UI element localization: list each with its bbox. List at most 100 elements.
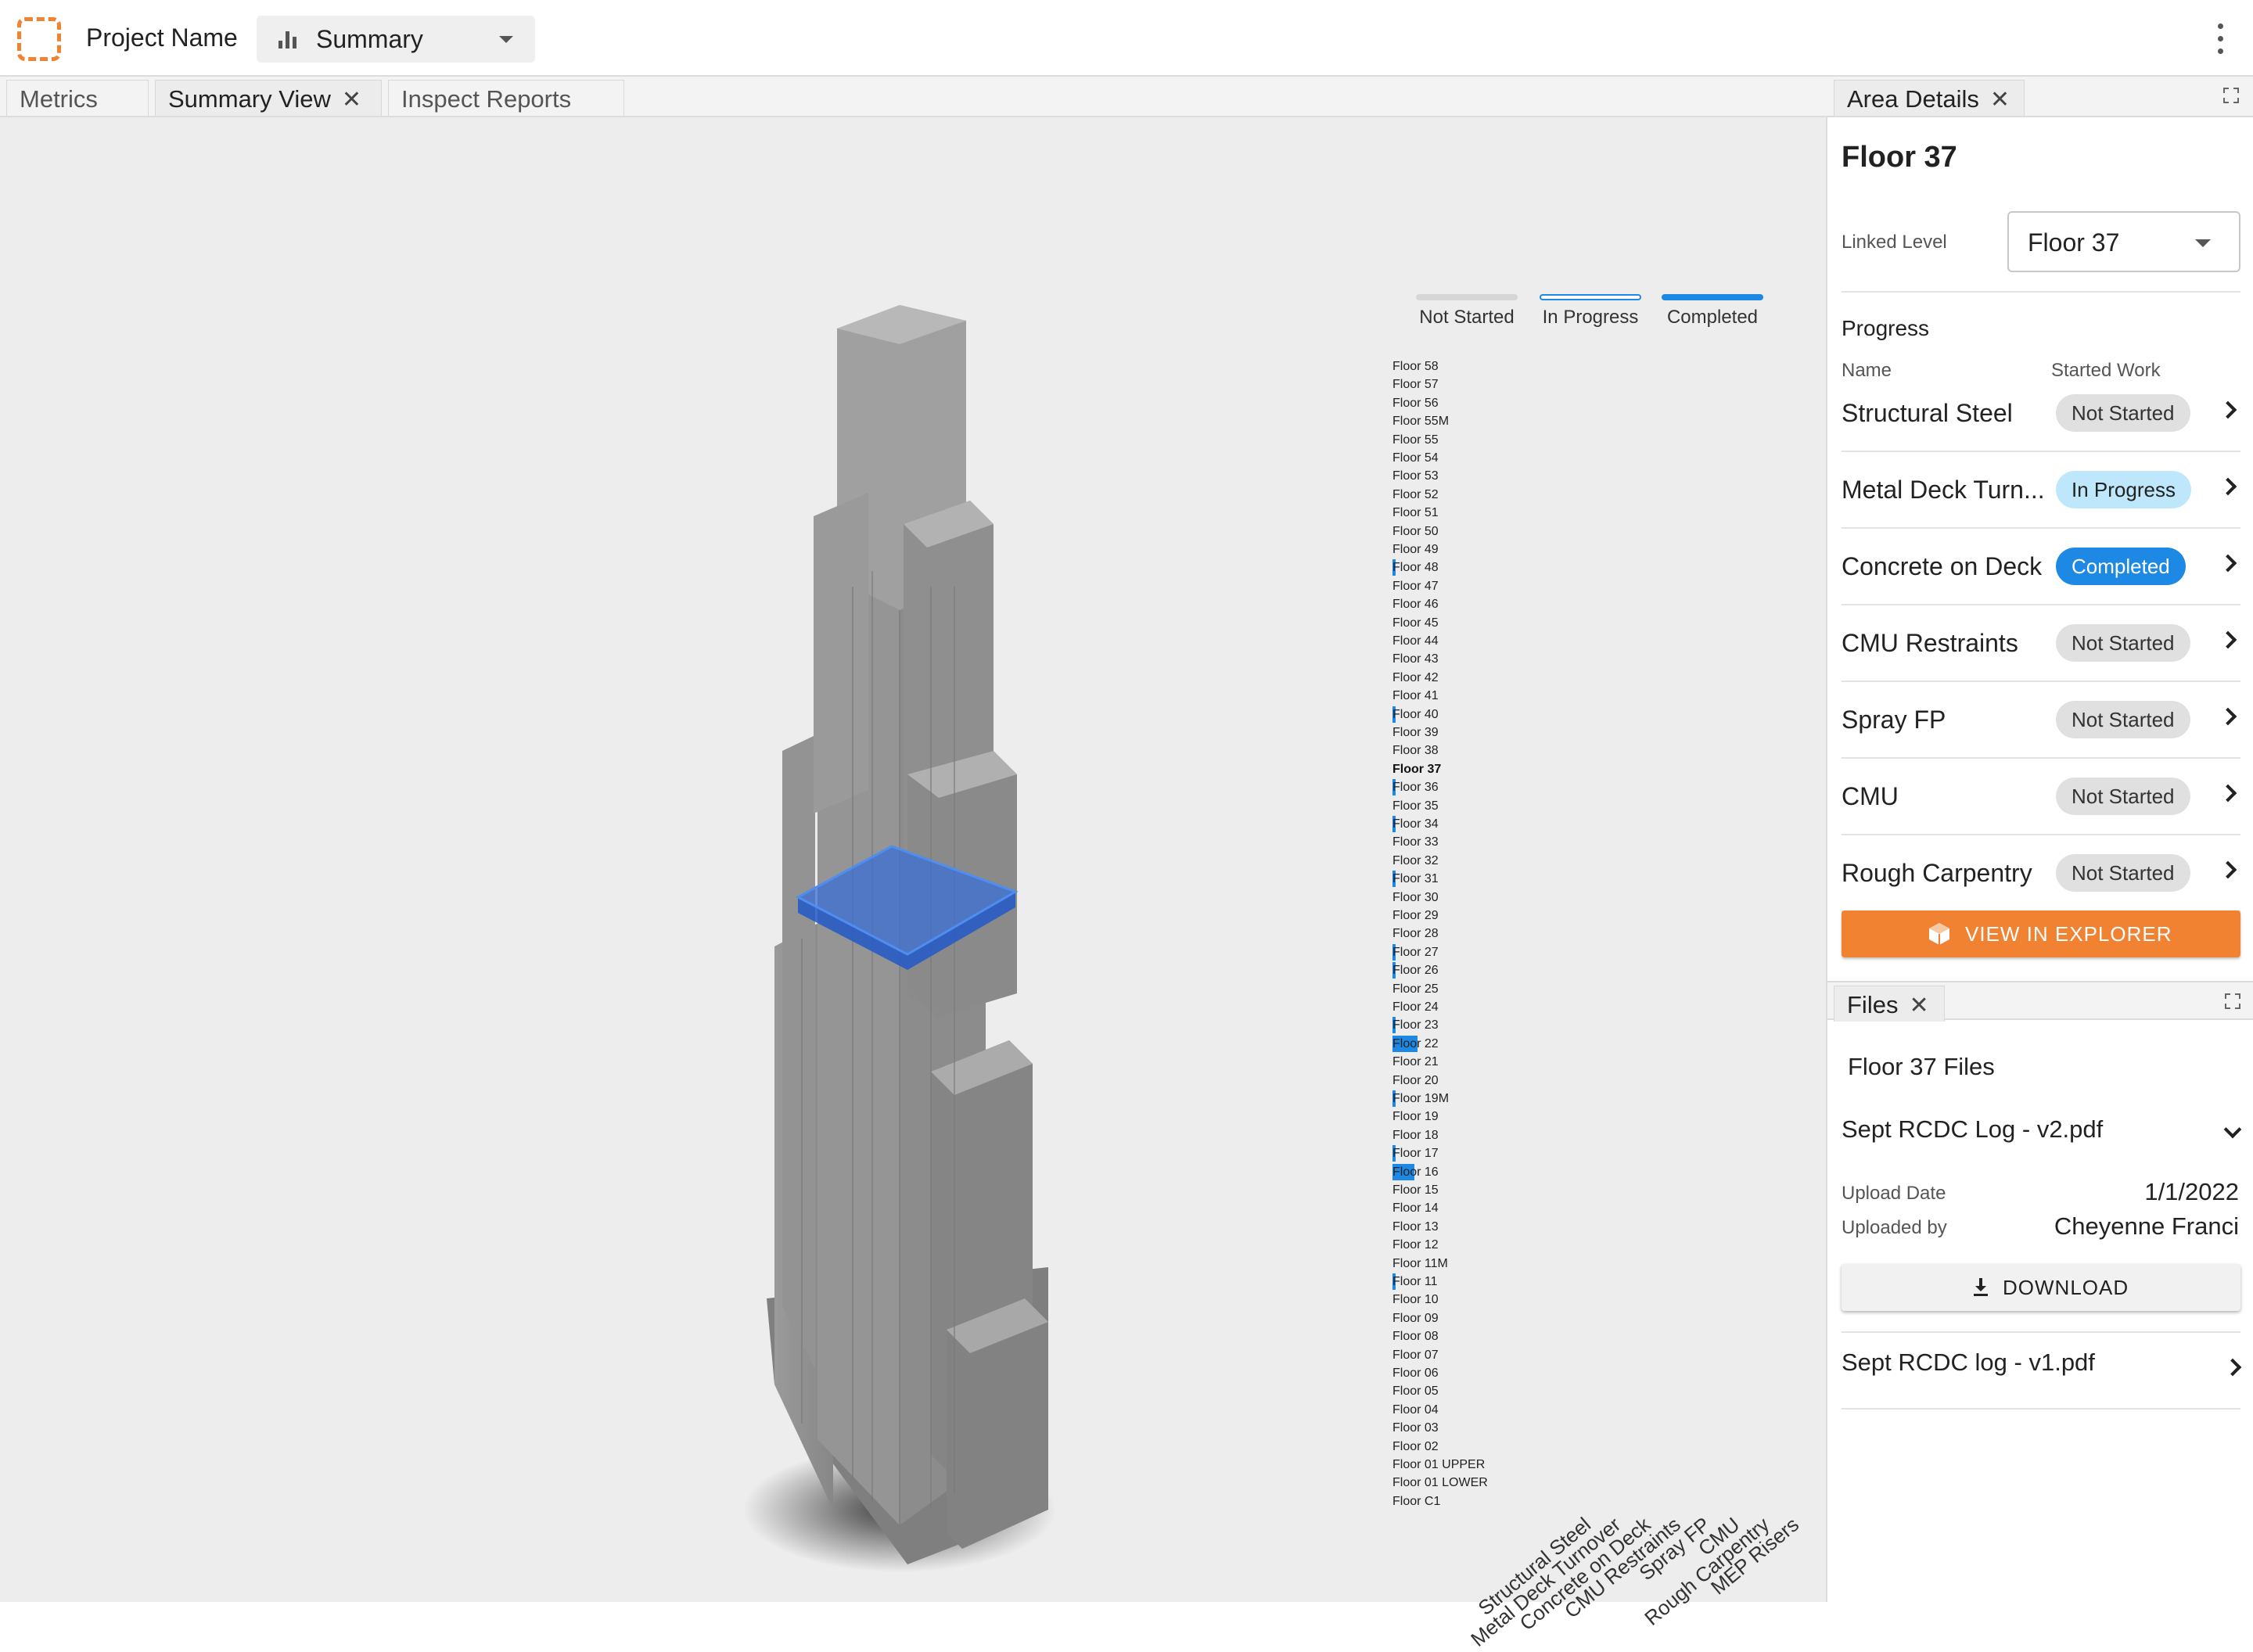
floor-row[interactable]: Floor 19 bbox=[1392, 1110, 1784, 1128]
floor-label[interactable]: Floor C1 bbox=[1392, 1495, 1440, 1509]
floor-row[interactable]: Floor 47 bbox=[1392, 580, 1784, 598]
floor-label[interactable]: Floor 23 bbox=[1392, 1018, 1439, 1032]
close-icon[interactable]: ✕ bbox=[1990, 86, 2010, 113]
floor-row[interactable]: Floor 46 bbox=[1392, 598, 1784, 616]
floor-row[interactable]: Floor 05 bbox=[1392, 1384, 1784, 1402]
progress-row[interactable]: Structural Steel Not Started bbox=[1842, 375, 2240, 452]
tab-files[interactable]: Files ✕ bbox=[1834, 986, 1945, 1022]
floor-row[interactable]: Floor 33 bbox=[1392, 835, 1784, 853]
floor-label[interactable]: Floor 53 bbox=[1392, 469, 1439, 483]
floor-label[interactable]: Floor 42 bbox=[1392, 671, 1439, 685]
floor-row[interactable]: Floor 03 bbox=[1392, 1421, 1784, 1439]
floor-label[interactable]: Floor 35 bbox=[1392, 799, 1439, 813]
floor-label[interactable]: Floor 13 bbox=[1392, 1220, 1439, 1234]
floor-row[interactable]: Floor 31 bbox=[1392, 871, 1784, 890]
floor-row[interactable]: Floor 35 bbox=[1392, 799, 1784, 817]
floor-label[interactable]: Floor 41 bbox=[1392, 689, 1439, 703]
floor-row[interactable]: Floor 15 bbox=[1392, 1183, 1784, 1201]
floor-label[interactable]: Floor 50 bbox=[1392, 525, 1439, 539]
floor-row[interactable]: Floor 41 bbox=[1392, 689, 1784, 707]
floor-label[interactable]: Floor 36 bbox=[1392, 781, 1439, 795]
floor-row[interactable]: Floor 26 bbox=[1392, 962, 1784, 982]
floor-row[interactable]: Floor 29 bbox=[1392, 909, 1784, 927]
floor-row[interactable]: Floor C1 bbox=[1392, 1495, 1784, 1513]
kebab-menu-icon[interactable] bbox=[2215, 23, 2225, 55]
floor-label[interactable]: Floor 29 bbox=[1392, 909, 1439, 923]
floor-label[interactable]: Floor 45 bbox=[1392, 616, 1439, 630]
floor-label[interactable]: Floor 02 bbox=[1392, 1440, 1439, 1454]
floor-label[interactable]: Floor 08 bbox=[1392, 1330, 1439, 1344]
tab-area-details[interactable]: Area Details ✕ bbox=[1834, 80, 2025, 116]
floor-label[interactable]: Floor 11M bbox=[1392, 1257, 1448, 1271]
floor-row[interactable]: Floor 01 UPPER bbox=[1392, 1458, 1784, 1476]
floor-label[interactable]: Floor 39 bbox=[1392, 726, 1439, 740]
floor-label[interactable]: Floor 27 bbox=[1392, 946, 1439, 960]
floor-label[interactable]: Floor 25 bbox=[1392, 982, 1439, 997]
floor-row[interactable]: Floor 13 bbox=[1392, 1220, 1784, 1238]
floor-row[interactable]: Floor 07 bbox=[1392, 1349, 1784, 1366]
floor-row[interactable]: Floor 17 bbox=[1392, 1145, 1784, 1165]
floor-label[interactable]: Floor 37 bbox=[1392, 763, 1441, 777]
expand-icon[interactable] bbox=[2225, 993, 2240, 1009]
floor-label[interactable]: Floor 55 bbox=[1392, 433, 1439, 447]
floor-row[interactable]: Floor 04 bbox=[1392, 1403, 1784, 1421]
progress-row[interactable]: Concrete on Deck Completed bbox=[1842, 529, 2240, 605]
floor-label[interactable]: Floor 31 bbox=[1392, 872, 1439, 886]
floor-label[interactable]: Floor 56 bbox=[1392, 397, 1439, 411]
floor-row[interactable]: Floor 21 bbox=[1392, 1055, 1784, 1073]
floor-row[interactable]: Floor 34 bbox=[1392, 816, 1784, 835]
floor-label[interactable]: Floor 10 bbox=[1392, 1293, 1439, 1307]
floor-row[interactable]: Floor 01 LOWER bbox=[1392, 1476, 1784, 1494]
floor-label[interactable]: Floor 24 bbox=[1392, 1000, 1439, 1015]
floor-label[interactable]: Floor 18 bbox=[1392, 1129, 1439, 1143]
floor-row[interactable]: Floor 57 bbox=[1392, 378, 1784, 396]
floor-row[interactable]: Floor 54 bbox=[1392, 451, 1784, 469]
chevron-right-icon[interactable] bbox=[2223, 1358, 2242, 1377]
floor-row[interactable]: Floor 24 bbox=[1392, 1000, 1784, 1018]
floor-row[interactable]: Floor 40 bbox=[1392, 706, 1784, 726]
floor-label[interactable]: Floor 44 bbox=[1392, 634, 1439, 648]
floor-row[interactable]: Floor 39 bbox=[1392, 726, 1784, 744]
floor-label[interactable]: Floor 52 bbox=[1392, 488, 1439, 502]
chevron-right-icon[interactable] bbox=[2219, 477, 2237, 496]
progress-row[interactable]: Rough Carpentry Not Started bbox=[1842, 835, 2240, 912]
floor-row[interactable]: Floor 20 bbox=[1392, 1074, 1784, 1092]
floor-row[interactable]: Floor 09 bbox=[1392, 1312, 1784, 1330]
floor-row[interactable]: Floor 52 bbox=[1392, 488, 1784, 506]
floor-row[interactable]: Floor 45 bbox=[1392, 616, 1784, 634]
floor-label[interactable]: Floor 46 bbox=[1392, 598, 1439, 612]
floor-row[interactable]: Floor 53 bbox=[1392, 469, 1784, 487]
floor-label[interactable]: Floor 26 bbox=[1392, 964, 1439, 978]
floor-label[interactable]: Floor 05 bbox=[1392, 1384, 1439, 1399]
floor-label[interactable]: Floor 16 bbox=[1392, 1165, 1439, 1180]
floor-label[interactable]: Floor 03 bbox=[1392, 1421, 1439, 1435]
view-in-explorer-button[interactable]: VIEW IN EXPLORER bbox=[1842, 910, 2240, 957]
dashed-square-logo-icon[interactable] bbox=[17, 17, 61, 61]
floor-row[interactable]: Floor 42 bbox=[1392, 671, 1784, 689]
floor-row[interactable]: Floor 58 bbox=[1392, 360, 1784, 378]
floor-row[interactable]: Floor 18 bbox=[1392, 1129, 1784, 1147]
floor-row[interactable]: Floor 23 bbox=[1392, 1017, 1784, 1036]
floor-label[interactable]: Floor 11 bbox=[1392, 1275, 1438, 1289]
project-name[interactable]: Project Name bbox=[86, 23, 238, 52]
floor-label[interactable]: Floor 17 bbox=[1392, 1147, 1439, 1161]
progress-row[interactable]: CMU Restraints Not Started bbox=[1842, 605, 2240, 682]
floor-row[interactable]: Floor 49 bbox=[1392, 543, 1784, 561]
floor-row[interactable]: Floor 08 bbox=[1392, 1330, 1784, 1348]
floor-label[interactable]: Floor 58 bbox=[1392, 360, 1439, 374]
floor-label[interactable]: Floor 21 bbox=[1392, 1055, 1439, 1069]
floor-row[interactable]: Floor 10 bbox=[1392, 1293, 1784, 1311]
model-viewer[interactable]: Not Started In Progress Completed Floor 58… bbox=[0, 117, 1826, 1651]
floor-row[interactable]: Floor 32 bbox=[1392, 854, 1784, 872]
floor-label[interactable]: Floor 15 bbox=[1392, 1183, 1439, 1198]
floor-row[interactable]: Floor 43 bbox=[1392, 652, 1784, 670]
floor-label[interactable]: Floor 43 bbox=[1392, 652, 1439, 666]
close-icon[interactable]: ✕ bbox=[342, 86, 361, 113]
chevron-right-icon[interactable] bbox=[2219, 860, 2237, 879]
floor-row[interactable]: Floor 30 bbox=[1392, 891, 1784, 909]
floor-label[interactable]: Floor 38 bbox=[1392, 744, 1439, 758]
floor-label[interactable]: Floor 57 bbox=[1392, 378, 1439, 392]
download-button[interactable]: DOWNLOAD bbox=[1842, 1264, 2240, 1311]
floor-label[interactable]: Floor 55M bbox=[1392, 415, 1449, 429]
linked-level-select[interactable]: Floor 37 bbox=[2007, 211, 2240, 272]
